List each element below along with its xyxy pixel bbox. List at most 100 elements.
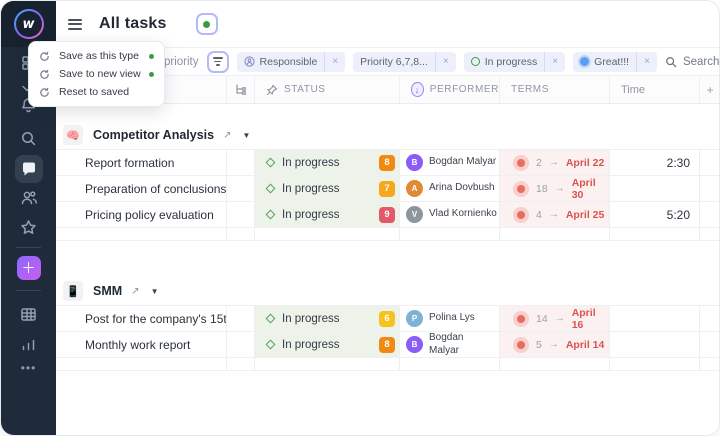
add-button[interactable]: ＋	[17, 256, 41, 280]
team-people-icon[interactable]	[15, 184, 43, 212]
open-project-icon[interactable]: ↗	[223, 130, 231, 141]
header-time[interactable]: Time	[609, 76, 699, 103]
green-dot	[149, 54, 154, 59]
terms-arrow-icon: →	[549, 339, 559, 350]
sort-descending-icon[interactable]: ↓	[411, 82, 424, 97]
time-cell[interactable]	[609, 306, 699, 331]
table-row[interactable]: Preparation of conclusions In progress 7…	[56, 176, 719, 202]
performer-cell[interactable]: P Polina Lys	[399, 306, 499, 331]
terms-cell[interactable]: 18 → April 30	[499, 176, 609, 201]
chip-close-icon[interactable]: ×	[636, 52, 657, 72]
group-name[interactable]: SMM	[93, 284, 122, 298]
performer-name: Bogdan Malyar	[429, 332, 477, 357]
task-name[interactable]: Post for the company's 15th a	[56, 306, 226, 331]
terms-cell[interactable]: 14 → April 16	[499, 306, 609, 331]
chip-close-icon[interactable]: ×	[324, 52, 345, 72]
status-cell[interactable]: In progress 6	[254, 306, 399, 331]
terms-cell[interactable]: 4 → April 25	[499, 202, 609, 227]
search-icon[interactable]	[15, 124, 43, 152]
status-label: In progress	[282, 183, 340, 195]
view-toggle-button[interactable]	[196, 13, 218, 35]
collapse-caret-icon[interactable]: ▼	[242, 131, 250, 140]
terms-cell[interactable]: 2 → April 22	[499, 150, 609, 175]
performer-cell[interactable]: B Bogdan Malyar	[399, 332, 499, 357]
terms-arrow-icon: →	[555, 313, 565, 324]
performer-cell[interactable]: V Vlad Kornienko	[399, 202, 499, 227]
status-diamond-icon	[266, 158, 276, 168]
performer-name: Bogdan Malyar	[429, 156, 496, 169]
empty-row[interactable]	[56, 228, 719, 241]
more-options-icon[interactable]: •••	[15, 354, 43, 382]
time-cell[interactable]: 2:30	[609, 150, 699, 175]
app-logo[interactable]: w	[14, 9, 44, 39]
table-row[interactable]: Pricing policy evaluation In progress 9 …	[56, 202, 719, 228]
performer-name: Polina Lys	[429, 312, 475, 325]
chip-close-icon[interactable]: ×	[435, 52, 456, 72]
filter-button[interactable]	[207, 51, 229, 73]
menu-item-save-new-view[interactable]: Save to new view	[29, 65, 164, 83]
terms-dot-icon	[513, 311, 529, 327]
subtask-cell	[226, 150, 254, 175]
table-view-icon[interactable]	[15, 300, 43, 328]
priority-badge[interactable]: 7	[379, 181, 395, 197]
task-name[interactable]: Report formation	[56, 150, 226, 175]
filter-chip-in-progress[interactable]: In progress ×	[464, 52, 565, 72]
filter-chip-responsible[interactable]: Responsible ×	[237, 52, 346, 72]
performer-cell[interactable]: B Bogdan Malyar	[399, 150, 499, 175]
header-performer[interactable]: ↓ PERFORMER	[399, 76, 499, 103]
terms-arrow-icon: →	[549, 157, 559, 168]
save-view-icon	[39, 51, 50, 62]
table-row[interactable]: Monthly work report In progress 8 B Bogd…	[56, 332, 719, 358]
performer-cell[interactable]: A Arina Dovbush	[399, 176, 499, 201]
terms-count: 4	[536, 209, 542, 221]
status-label: In progress	[282, 313, 340, 325]
subtask-cell	[226, 202, 254, 227]
menu-item-reset-saved[interactable]: Reset to saved	[29, 83, 164, 101]
status-cell[interactable]: In progress 8	[254, 150, 399, 175]
header-status[interactable]: STATUS	[254, 76, 399, 103]
add-cell	[699, 202, 719, 227]
group-name[interactable]: Competitor Analysis	[93, 128, 214, 142]
empty-row[interactable]	[56, 358, 719, 371]
terms-date: April 22	[566, 157, 605, 169]
chat-icon[interactable]	[15, 155, 43, 183]
person-circle-icon	[244, 56, 255, 67]
priority-badge[interactable]: 8	[379, 337, 395, 353]
status-cell[interactable]: In progress 9	[254, 202, 399, 227]
time-cell[interactable]: 5:20	[609, 202, 699, 227]
hamburger-menu-icon[interactable]	[68, 16, 82, 32]
time-cell[interactable]	[609, 332, 699, 357]
group-emoji-icon: 📱	[63, 281, 83, 301]
collapse-caret-icon[interactable]: ▼	[151, 287, 159, 296]
status-cell[interactable]: In progress 7	[254, 176, 399, 201]
menu-item-save-as-type[interactable]: Save as this type	[29, 47, 164, 65]
table-row[interactable]: Post for the company's 15th a In progres…	[56, 306, 719, 332]
header-terms[interactable]: TERMS	[499, 76, 609, 103]
filter-chip-priority[interactable]: Priority 6,7,8... ×	[353, 52, 456, 72]
status-cell[interactable]: In progress 8	[254, 332, 399, 357]
table-row[interactable]: Report formation In progress 8 B Bogdan …	[56, 150, 719, 176]
group-header[interactable]: 🧠 Competitor Analysis ↗ ▼	[56, 121, 719, 150]
chip-label: Great!!!	[594, 56, 629, 68]
task-name[interactable]: Pricing policy evaluation	[56, 202, 226, 227]
header-subtasks-column[interactable]	[226, 76, 254, 103]
chip-label: Priority 6,7,8...	[360, 56, 428, 68]
terms-count: 14	[536, 313, 548, 325]
search-control[interactable]: Search	[665, 56, 719, 68]
chip-close-icon[interactable]: ×	[544, 52, 565, 72]
priority-badge[interactable]: 9	[379, 207, 395, 223]
task-name[interactable]: Preparation of conclusions	[56, 176, 226, 201]
time-cell[interactable]	[609, 176, 699, 201]
app-window: w ＋ •••	[0, 0, 720, 436]
header-add-column[interactable]: +	[699, 76, 720, 103]
status-diamond-icon	[266, 184, 276, 194]
terms-cell[interactable]: 5 → April 14	[499, 332, 609, 357]
star-icon[interactable]	[15, 213, 43, 241]
subtask-cell	[226, 306, 254, 331]
task-name[interactable]: Monthly work report	[56, 332, 226, 357]
group-header[interactable]: 📱 SMM ↗ ▼	[56, 277, 719, 306]
open-project-icon[interactable]: ↗	[131, 286, 139, 297]
priority-badge[interactable]: 6	[379, 311, 395, 327]
priority-badge[interactable]: 8	[379, 155, 395, 171]
filter-chip-great[interactable]: Great!!! ×	[573, 52, 657, 72]
